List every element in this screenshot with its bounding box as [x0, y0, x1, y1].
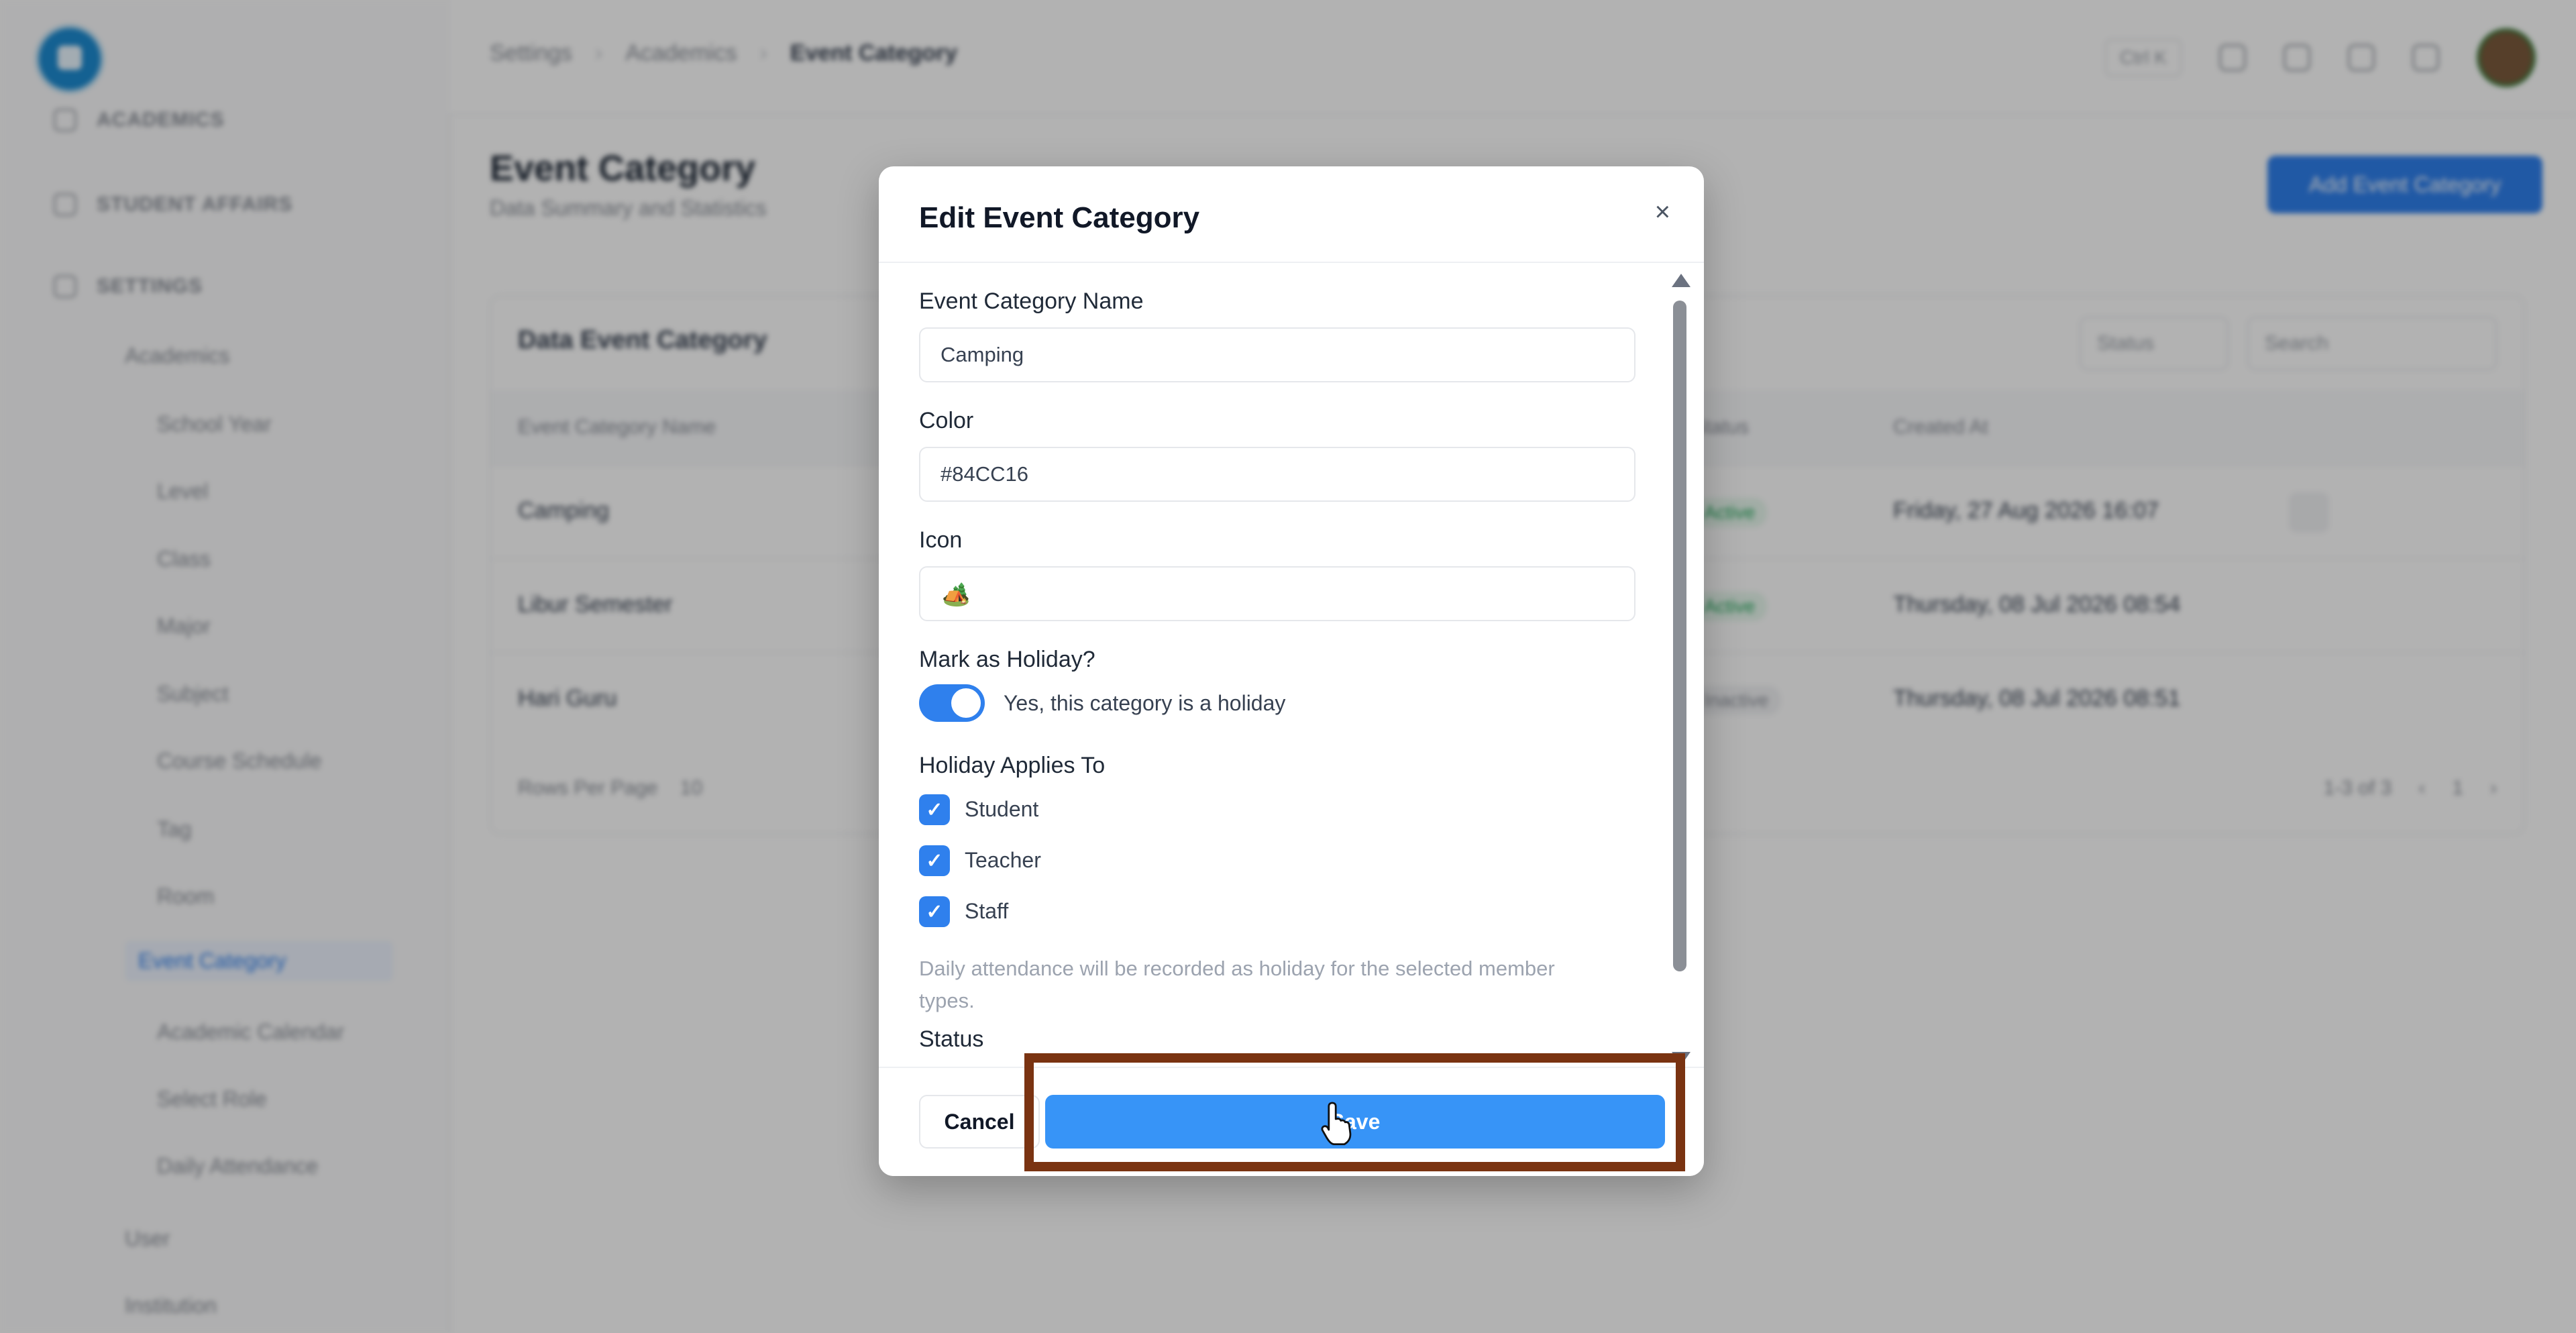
student-checkbox[interactable]: ✓ [919, 794, 950, 825]
student-checkbox-label: Student [965, 797, 1039, 821]
icon-input[interactable]: 🏕️ [919, 566, 1635, 621]
modal-header: Edit Event Category × [879, 166, 1704, 263]
holiday-help-text: Daily attendance will be recorded as hol… [919, 957, 1555, 1012]
camping-icon: 🏕️ [942, 582, 971, 607]
holiday-applies-to-label: Holiday Applies To [919, 753, 1106, 778]
close-icon[interactable]: × [1655, 197, 1670, 227]
modal-form: Event Category Name Color Icon 🏕️ Mark a… [919, 262, 1644, 1052]
mark-as-holiday-label: Mark as Holiday? [919, 647, 1095, 672]
teacher-checkbox-label: Teacher [965, 848, 1041, 872]
color-input[interactable] [919, 447, 1635, 502]
status-label: Status [919, 1026, 984, 1052]
holiday-toggle[interactable] [919, 684, 985, 722]
scroll-up-arrow-icon[interactable] [1672, 274, 1690, 287]
icon-label: Icon [919, 527, 963, 553]
edit-event-category-modal: Edit Event Category × Event Category Nam… [879, 166, 1704, 1176]
staff-checkbox-label: Staff [965, 899, 1009, 923]
scrollbar-thumb[interactable] [1673, 301, 1686, 971]
modal-title: Edit Event Category [919, 201, 1200, 234]
hand-cursor-icon [1321, 1102, 1352, 1145]
teacher-checkbox[interactable]: ✓ [919, 845, 950, 876]
staff-checkbox[interactable]: ✓ [919, 896, 950, 927]
modal-scrollbar[interactable] [1665, 274, 1692, 1065]
holiday-toggle-label: Yes, this category is a holiday [1004, 691, 1286, 715]
cancel-button[interactable]: Cancel [919, 1095, 1040, 1149]
event-category-name-label: Event Category Name [919, 288, 1144, 314]
color-label: Color [919, 408, 974, 433]
event-category-name-input[interactable] [919, 327, 1635, 382]
